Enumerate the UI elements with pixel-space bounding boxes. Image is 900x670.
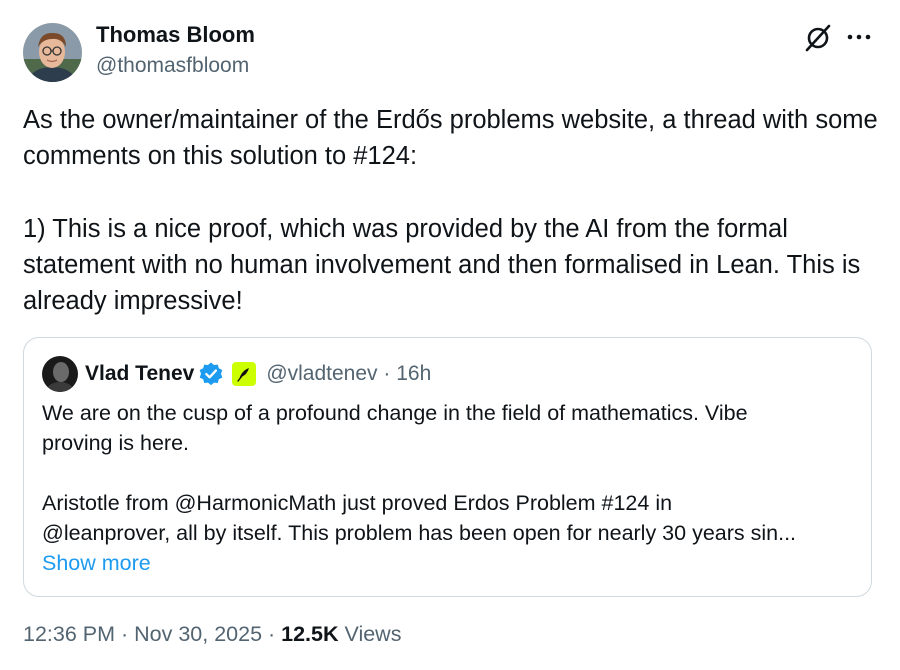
quoted-text-line: @leanprover, all by itself. This problem… xyxy=(42,521,797,545)
quoted-author-name[interactable]: Vlad Tenev xyxy=(85,362,194,386)
quoted-tweet-text: We are on the cusp of a profound change … xyxy=(42,398,857,578)
quoted-text-line: Aristotle from @HarmonicMath just proved… xyxy=(42,491,673,515)
show-more-link[interactable]: Show more xyxy=(42,548,857,578)
grok-icon[interactable] xyxy=(803,23,833,53)
quoted-author-handle-time[interactable]: @vladtenev · 16h xyxy=(266,362,431,386)
tweet: Thomas Bloom @thomasfbloom As the owner/… xyxy=(0,0,900,670)
more-horizontal-icon[interactable] xyxy=(846,24,872,50)
quoted-text-line: We are on the cusp of a profound change … xyxy=(42,401,748,425)
tweet-paragraph: As the owner/maintainer of the Erdős pro… xyxy=(23,106,885,171)
views-count: 12.5K xyxy=(281,622,339,646)
robinhood-feather-icon[interactable] xyxy=(232,362,257,386)
quoted-tweet-header: Vlad Tenev @vladtenev · 16h xyxy=(85,360,431,388)
verified-badge-icon xyxy=(198,361,224,387)
quoted-author-avatar[interactable] xyxy=(42,356,78,392)
author-name[interactable]: Thomas Bloom xyxy=(96,22,255,48)
quoted-tweet-card[interactable]: Vlad Tenev @vladtenev · 16h We are on th… xyxy=(23,337,872,597)
author-handle[interactable]: @thomasfbloom xyxy=(96,54,249,78)
tweet-text: As the owner/maintainer of the Erdős pro… xyxy=(23,102,883,320)
timestamp[interactable]: 12:36 PM · Nov 30, 2025 · xyxy=(23,622,281,646)
tweet-paragraph: 1) This is a nice proof, which was provi… xyxy=(23,214,868,316)
tweet-meta: 12:36 PM · Nov 30, 2025 · 12.5K Views xyxy=(23,622,401,647)
views-label: Views xyxy=(338,622,402,646)
author-avatar[interactable] xyxy=(23,23,82,82)
quoted-text-line: proving is here. xyxy=(42,431,189,455)
